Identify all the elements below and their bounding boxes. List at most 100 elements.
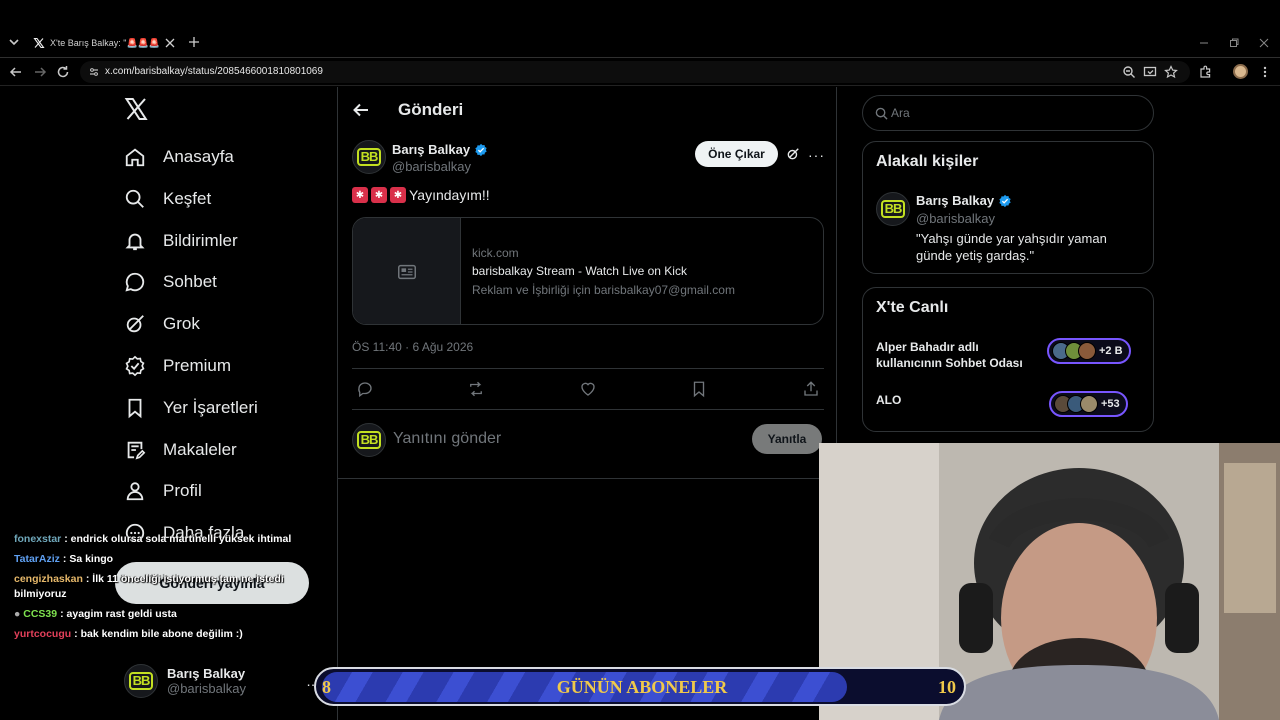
sidebar-item-profile[interactable]: Profil [124,471,202,511]
link-card-thumbnail [353,218,461,324]
relevant-person-handle[interactable]: @barisbalkay [916,211,995,226]
live-space-listeners[interactable]: +53 [1049,391,1128,417]
reply-button[interactable]: Yanıtla [752,424,822,454]
sidebar-item-grok[interactable]: Grok [124,304,200,344]
minimize-icon[interactable] [1199,38,1209,48]
chat-text: : bak kendim bile abone değilim :) [74,628,243,640]
search-icon [875,107,888,120]
browser-menu-icon[interactable] [1258,65,1272,79]
listener-count: +2 B [1099,345,1123,357]
goal-label: GÜNÜN ABONELER [556,677,728,697]
repost-icon[interactable] [467,380,485,398]
chat-nick: fonexstar [14,533,62,545]
divider [352,368,824,369]
extensions-icon[interactable] [1198,65,1212,79]
listener-avatar [1080,395,1098,413]
chat-badge-icon: ● [14,608,24,620]
tweet-more-icon[interactable]: ··· [808,147,825,163]
live-space-title[interactable]: ALO [876,392,1036,408]
live-space-listeners[interactable]: +2 B [1047,338,1131,364]
live-on-x-panel: X'te Canlı Alper Bahadır adlı kullanıcın… [862,287,1154,432]
reply-avatar: BB [352,423,386,457]
promote-button[interactable]: Öne Çıkar [695,141,778,167]
sidebar-item-premium[interactable]: Premium [124,346,231,386]
tweet-timestamp[interactable]: ÖS 11:40 · 6 Ağu 2026 [352,340,473,354]
back-nav-icon[interactable] [9,65,23,79]
link-card-title: barisbalkay Stream - Watch Live on Kick [472,264,687,278]
x-logo-icon[interactable] [124,97,148,121]
site-info-icon[interactable] [88,66,100,78]
new-tab-icon[interactable] [188,36,200,48]
main-column: Gönderi BB Barış Balkay @barisbalkay Öne… [337,87,837,720]
share-icon[interactable] [802,380,820,398]
chat-text: : ayagim rast geldi usta [60,608,177,620]
like-icon[interactable] [579,380,597,398]
sidebar-item-explore[interactable]: Keşfet [124,179,211,219]
zoom-icon[interactable] [1122,65,1136,79]
tweet-author-handle[interactable]: @barisbalkay [392,159,471,174]
bookmark-star-icon[interactable] [1164,65,1178,79]
reply-icon[interactable] [356,380,374,398]
siren-emoji-icon: ✱ [390,187,406,203]
siren-emoji-icon: ✱ [371,187,387,203]
live-space-title[interactable]: Alper Bahadır adlı kullanıcının Sohbet O… [876,339,1036,371]
close-tab-icon[interactable] [165,38,175,48]
chat-nick: TatarAziz [14,553,60,565]
article-icon [127,441,146,460]
article-placeholder-icon [397,264,416,280]
sidebar-item-label: Keşfet [163,189,212,208]
link-card-domain: kick.com [472,246,519,260]
sidebar-item-articles[interactable]: Makaleler [124,430,237,470]
browser-tab[interactable]: X'te Barış Balkay: "🚨🚨🚨 Yayındayım!!" [27,31,181,55]
sidebar-item-label: Premium [163,356,232,375]
url-bar[interactable]: x.com/barisbalkay/status/208546600181080… [80,61,1190,83]
relevant-person-name[interactable]: Barış Balkay [916,193,1012,208]
tweet-author-name-text: Barış Balkay [392,142,471,157]
avatar[interactable]: BB [876,192,910,226]
sidebar-item-bookmarks[interactable]: Yer İşaretleri [124,388,258,428]
verified-badge-icon [475,143,487,156]
home-icon [125,148,145,167]
chat-message: TatarAziz: Sa kingo [14,552,304,567]
panel-title: Alakalı kişiler [876,153,979,170]
chat-message: ● CCS39: ayagim rast geldi usta [14,607,304,622]
tweet-author-name[interactable]: Barış Balkay [392,142,488,157]
avatar: BB [124,664,158,698]
restore-icon[interactable] [1229,38,1239,48]
close-window-icon[interactable] [1259,38,1269,48]
bell-icon [125,233,145,251]
sidebar-item-notifications[interactable]: Bildirimler [124,221,238,261]
sidebar-item-home[interactable]: Anasayfa [124,137,234,177]
search-icon [125,189,144,208]
account-switcher[interactable]: BB Barış Balkay @barisbalkay … [124,661,320,701]
bookmark-icon[interactable] [690,380,708,398]
reply-input[interactable]: Yanıtını gönder [393,430,501,448]
sidebar-item-label: Makaleler [163,440,237,459]
browser-profile-avatar[interactable] [1233,64,1248,79]
bookmark-icon [128,398,142,419]
cast-icon[interactable] [1143,65,1157,79]
search-box[interactable]: Ara [862,95,1154,131]
sidebar-item-label: Yer İşaretleri [163,398,258,417]
sidebar-item-chat[interactable]: Sohbet [124,262,217,302]
link-card[interactable]: kick.com barisbalkay Stream - Watch Live… [352,217,824,325]
profile-icon [126,482,144,501]
stream-chat: fonexstar: endrick olursa sola martinell… [14,532,304,647]
back-arrow-icon[interactable] [352,101,370,119]
tweet-text-body: Yayındayım!! [409,187,490,203]
sidebar-item-label: Bildirimler [163,231,238,250]
chat-nick: yurtcocugu [14,628,72,640]
reload-icon[interactable] [56,65,70,79]
tab-search-icon[interactable] [6,34,22,50]
tweet-author-avatar[interactable]: BB [352,140,386,174]
relevant-people-panel: Alakalı kişiler BB Barış Balkay @barisba… [862,141,1154,274]
account-name: Barış Balkay [167,666,246,681]
relevant-person-bio: "Yahşı günde yar yahşıdır yaman günde ye… [916,231,1107,263]
search-placeholder: Ara [891,106,910,120]
sidebar-item-label: Sohbet [163,272,217,291]
sidebar-item-label: Anasayfa [163,147,234,166]
tab-title: X'te Barış Balkay: "🚨🚨🚨 Yayındayım!!" [50,37,160,48]
forward-nav-icon[interactable] [33,65,47,79]
link-card-description: Reklam ve İşbirliği için barisbalkay07@g… [472,283,735,297]
grok-explain-icon[interactable] [786,147,800,161]
